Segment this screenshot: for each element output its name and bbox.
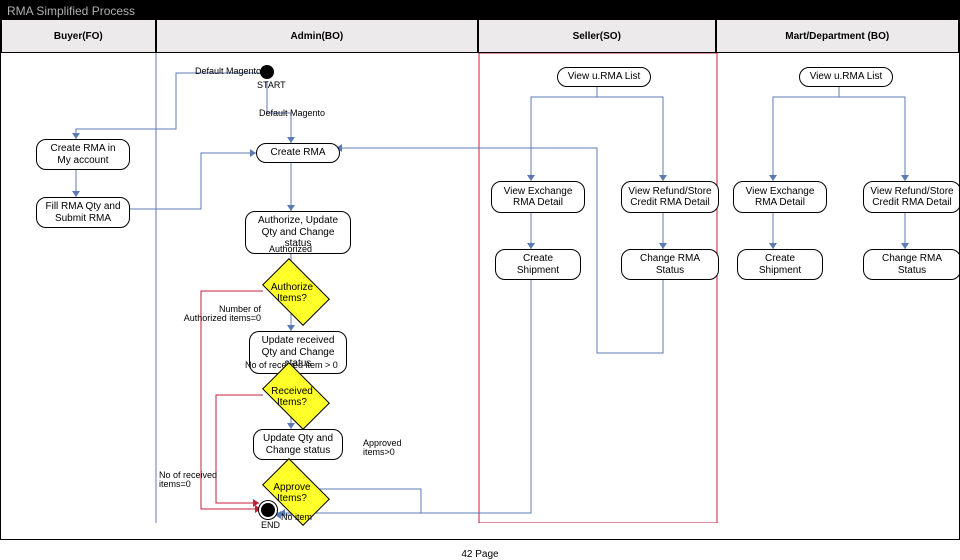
box-change-status-mart: Change RMA Status	[863, 249, 960, 280]
lane-admin: Admin(BO)	[156, 19, 478, 53]
box-create-rma: Create RMA	[256, 143, 340, 163]
swimlane-header: Buyer(FO) Admin(BO) Seller(SO) Mart/Depa…	[1, 19, 959, 53]
box-view-exchange-seller: View Exchange RMA Detail	[491, 181, 585, 213]
label-no-recv0: No of received items=0	[159, 471, 219, 490]
decision-authorize-items	[262, 258, 330, 326]
box-change-status-seller: Change RMA Status	[621, 249, 719, 280]
box-fill-submit: Fill RMA Qty and Submit RMA	[36, 197, 130, 228]
title-bar: RMA Simplified Process	[1, 1, 959, 19]
start-label: START	[257, 81, 286, 90]
label-default-magento-1: Default Magento	[195, 67, 261, 76]
label-no-item: No item	[281, 513, 312, 522]
box-create-rma-myaccount: Create RMA in My account	[36, 139, 130, 170]
label-num-auth-0: Number of Authorized items=0	[181, 305, 261, 324]
diagram-body: START Default Magento Default Magento Cr…	[1, 53, 959, 523]
lane-seller: Seller(SO)	[478, 19, 716, 53]
box-create-shipment-seller: Create Shipment	[495, 249, 581, 280]
lane-mart: Mart/Department (BO)	[716, 19, 959, 53]
box-view-exchange-mart: View Exchange RMA Detail	[733, 181, 827, 213]
page-footer: 42 Page	[461, 549, 498, 560]
box-view-rma-list-seller: View u.RMA List	[557, 67, 651, 87]
end-label: END	[261, 521, 280, 530]
box-update-qty: Update Qty and Change status	[253, 429, 343, 460]
end-icon	[261, 503, 275, 517]
label-approved-gt0: Approved items>0	[363, 439, 419, 458]
page: RMA Simplified Process Buyer(FO) Admin(B…	[0, 0, 960, 540]
start-icon	[260, 65, 274, 79]
connectors-svg	[1, 53, 960, 523]
box-view-refund-seller: View Refund/Store Credit RMA Detail	[621, 181, 719, 213]
label-authorized: Authorized	[269, 245, 312, 254]
label-default-magento-2: Default Magento	[259, 109, 325, 118]
box-create-shipment-mart: Create Shipment	[737, 249, 823, 280]
box-view-refund-mart: View Refund/Store Credit RMA Detail	[863, 181, 960, 213]
box-view-rma-list-mart: View u.RMA List	[799, 67, 893, 87]
lane-buyer: Buyer(FO)	[1, 19, 156, 53]
